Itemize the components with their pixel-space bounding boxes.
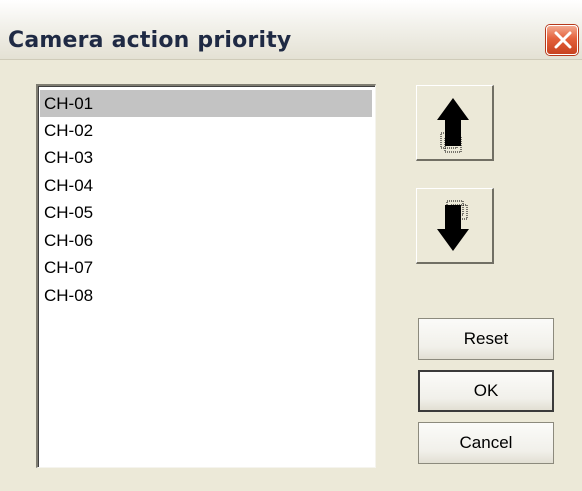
list-item[interactable]: CH-05 [40, 199, 372, 226]
ok-button[interactable]: OK [418, 370, 554, 412]
list-item[interactable]: CH-08 [40, 282, 372, 309]
title-bar[interactable]: Camera action priority [0, 0, 582, 60]
list-item[interactable]: CH-07 [40, 254, 372, 281]
move-up-button[interactable] [416, 85, 494, 161]
channel-listbox[interactable]: CH-01 CH-02 CH-03 CH-04 CH-05 CH-06 CH-0… [36, 84, 376, 468]
cancel-button[interactable]: Cancel [418, 422, 554, 464]
list-item[interactable]: CH-03 [40, 144, 372, 171]
window-title: Camera action priority [8, 28, 292, 53]
list-item[interactable]: CH-06 [40, 227, 372, 254]
list-item[interactable]: CH-01 [40, 90, 372, 117]
close-icon [554, 31, 572, 49]
close-button[interactable] [546, 25, 578, 55]
dialog-window: Camera action priority CH-01 CH-02 CH-03… [0, 0, 582, 491]
list-item[interactable]: CH-04 [40, 172, 372, 199]
move-down-button[interactable] [416, 188, 494, 264]
list-item[interactable]: CH-02 [40, 117, 372, 144]
arrow-up-icon [437, 98, 469, 153]
reset-button[interactable]: Reset [418, 318, 554, 360]
arrow-down-icon [437, 200, 469, 251]
